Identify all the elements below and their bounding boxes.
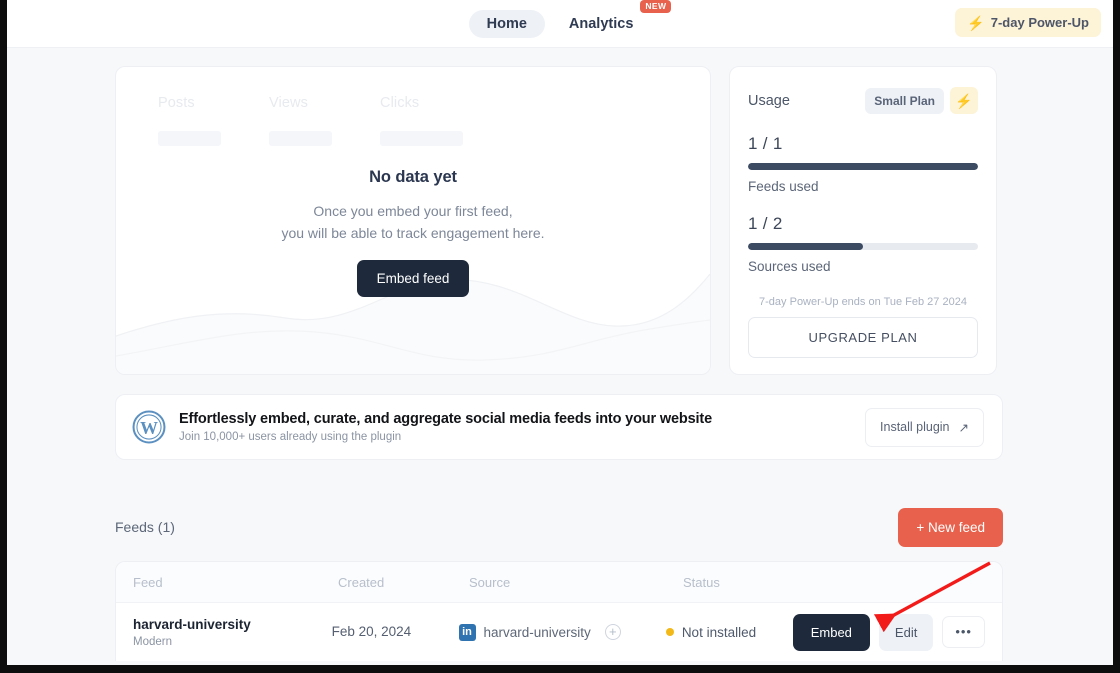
usage-title: Usage: [748, 92, 790, 109]
empty-state-description: Once you embed your first feed, you will…: [116, 201, 710, 244]
edit-button[interactable]: Edit: [878, 613, 934, 651]
stats-row: Posts Views Clicks: [116, 67, 710, 146]
usage-card: Usage Small Plan ⚡ 1 / 1 Feeds used 1 / …: [729, 66, 997, 375]
empty-state-line-1: Once you embed your first feed,: [313, 203, 513, 219]
powerup-expiry-note: 7-day Power-Up ends on Tue Feb 27 2024: [759, 296, 967, 308]
metric-feeds: 1 / 1 Feeds used: [748, 134, 978, 194]
upgrade-plan-button[interactable]: UPGRADE PLAN: [748, 317, 978, 358]
source-group: in harvard-university +: [458, 623, 666, 641]
column-header-source: Source: [469, 574, 511, 590]
feed-name: harvard-university: [133, 616, 251, 632]
table-row[interactable]: harvard-university Modern Feb 20, 2024 i…: [116, 603, 1002, 661]
status-badge: Not installed: [665, 624, 793, 640]
empty-state-line-2: you will be able to track engagement her…: [281, 224, 545, 241]
stat-clicks-placeholder: [380, 131, 463, 146]
tab-home[interactable]: Home: [468, 9, 545, 39]
external-link-icon: ↗: [958, 420, 969, 435]
wordpress-icon: W: [132, 410, 166, 444]
feed-created-date: Feb 20, 2024: [331, 624, 412, 639]
stat-clicks: Clicks: [380, 95, 491, 146]
metric-feeds-caption: Feeds used: [748, 179, 819, 194]
bolt-icon: ⚡: [955, 92, 973, 109]
nav-items: Home Analytics NEW: [7, 0, 1113, 48]
app-viewport: Home Analytics NEW ⚡ 7-day Power-Up Post…: [7, 0, 1113, 665]
svg-text:W: W: [140, 418, 158, 438]
tab-analytics[interactable]: Analytics NEW: [551, 0, 672, 39]
column-header-status: Status: [683, 574, 720, 590]
stat-views: Views: [269, 95, 380, 146]
metric-feeds-bar: [748, 163, 978, 170]
cell-status: Not installed: [665, 624, 793, 640]
cell-source: in harvard-university +: [458, 623, 666, 641]
feeds-table: Feed Created Source Status harvard-unive…: [115, 561, 1003, 661]
embed-button[interactable]: Embed: [792, 613, 870, 651]
analytics-card: Posts Views Clicks No data yet Once you …: [115, 66, 711, 375]
status-dot-icon: [665, 628, 674, 636]
feeds-table-header: Feed Created Source Status: [116, 562, 1002, 603]
stat-clicks-label: Clicks: [380, 95, 420, 111]
tab-analytics-label: Analytics: [568, 15, 634, 32]
usage-header: Usage Small Plan ⚡: [748, 87, 978, 114]
column-header-feed: Feed: [133, 574, 163, 590]
cell-actions: Embed Edit •••: [792, 613, 1002, 651]
install-plugin-button[interactable]: Install plugin ↗: [865, 407, 984, 447]
powerup-label: 7-day Power-Up: [990, 15, 1089, 30]
top-cards-row: Posts Views Clicks No data yet Once you …: [7, 66, 1113, 375]
wordpress-plugin-banner: W Effortlessly embed, curate, and aggreg…: [115, 394, 1003, 460]
stat-posts-placeholder: [158, 131, 221, 146]
stat-views-label: Views: [269, 95, 308, 111]
metric-sources-bar: [748, 243, 978, 250]
status-label: Not installed: [681, 624, 757, 640]
metric-sources-caption: Sources used: [748, 259, 831, 274]
top-navigation-bar: Home Analytics NEW ⚡ 7-day Power-Up: [7, 0, 1113, 48]
more-options-button[interactable]: •••: [942, 616, 985, 648]
feeds-section-title: Feeds (1): [115, 519, 175, 535]
bolt-icon: ⚡: [967, 14, 985, 31]
cell-created: Feb 20, 2024: [332, 623, 459, 641]
banner-title: Effortlessly embed, curate, and aggregat…: [179, 411, 713, 427]
empty-state-title: No data yet: [369, 168, 457, 186]
column-header-created: Created: [338, 574, 385, 590]
banner-subtitle: Join 10,000+ users already using the plu…: [179, 431, 402, 443]
plan-badge: Small Plan: [865, 87, 944, 114]
plan-bolt-button[interactable]: ⚡: [950, 87, 978, 114]
screenshot-frame: Home Analytics NEW ⚡ 7-day Power-Up Post…: [0, 0, 1120, 673]
stat-views-placeholder: [269, 131, 332, 146]
cell-feed: harvard-university Modern: [116, 617, 332, 648]
install-plugin-label: Install plugin: [880, 420, 950, 434]
new-feed-button[interactable]: + New feed: [898, 507, 1003, 547]
linkedin-icon: in: [458, 623, 476, 641]
plan-controls: Small Plan ⚡: [865, 87, 978, 114]
tab-home-label: Home: [486, 15, 527, 32]
powerup-button[interactable]: ⚡ 7-day Power-Up: [955, 8, 1101, 37]
plus-circle-icon[interactable]: +: [604, 624, 621, 640]
metric-sources: 1 / 2 Sources used: [748, 214, 978, 274]
metric-sources-value: 1 / 2: [748, 214, 783, 233]
stat-posts: Posts: [158, 95, 269, 146]
banner-text: Effortlessly embed, curate, and aggregat…: [179, 411, 865, 443]
feeds-section-header: Feeds (1) + New feed: [115, 507, 1003, 547]
feed-theme: Modern: [133, 635, 172, 648]
empty-state: No data yet Once you embed your first fe…: [116, 168, 710, 298]
new-badge: NEW: [640, 0, 672, 14]
metric-feeds-value: 1 / 1: [748, 134, 783, 153]
page-content: Posts Views Clicks No data yet Once you …: [7, 48, 1113, 661]
source-name: harvard-university: [483, 624, 591, 640]
embed-feed-button[interactable]: Embed feed: [356, 260, 470, 298]
stat-posts-label: Posts: [158, 95, 195, 111]
